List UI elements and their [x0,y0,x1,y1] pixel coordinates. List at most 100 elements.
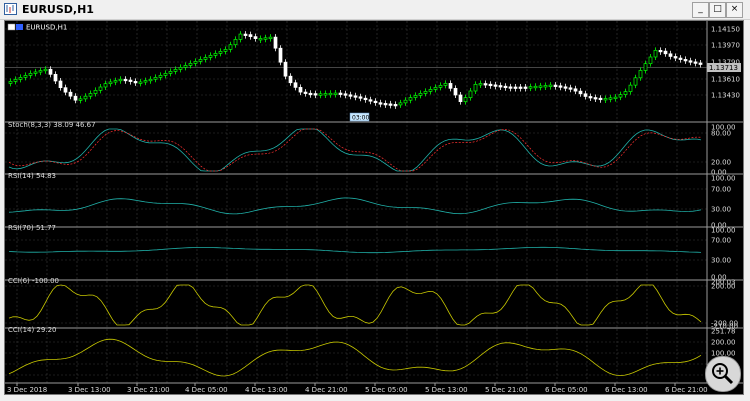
candle-body [318,93,323,96]
time-axis: 3 Dec 2018 3 Dec 13:00 3 Dec 21:00 4 Dec 05… [7,383,708,394]
time-tick-label: 6 Dec 13:00 [605,386,648,394]
minimize-button[interactable]: _ [692,2,709,18]
candle-body [698,62,703,65]
candle-body [313,93,318,96]
pane-tick-label: 251.78 [711,328,736,336]
candle-body [648,56,653,65]
candle-body [438,85,443,88]
candle-body [433,87,438,90]
chart-window-icon [4,3,17,15]
candle-body [48,68,53,75]
candle-body [323,93,328,96]
pane-tick-label: 80.00 [711,130,731,138]
candle-body [238,33,243,40]
candle-body [548,84,553,87]
candle-body [638,70,643,79]
candle-body [118,78,123,82]
candle-body [143,80,148,83]
chart-canvas[interactable]: 1.141501.139701.137901.136101.13430100.0… [5,21,743,394]
candle-body [263,37,268,40]
cci6-line [8,284,702,326]
candle-body [213,53,218,56]
candle-body [368,99,373,102]
time-tick-label: 3 Dec 21:00 [127,386,170,394]
candle-body [348,94,353,97]
candle-body [443,83,448,86]
zoom-glyph [712,363,734,385]
candle-body [683,59,688,62]
candle-body [688,60,693,63]
candle-body [693,61,698,64]
candle-body [378,102,383,105]
candle-body [383,103,388,106]
time-marker: 03:00 [349,112,369,122]
pane-label-cci14: CCI(14) 29.20 [8,326,56,334]
candle-body [653,49,658,58]
pane-label-rsi70: RSI(70) 51.77 [8,224,56,232]
rsi70-line [8,246,702,254]
maximize-button[interactable]: □ [709,2,726,18]
pane-tick-label: 20.00 [711,159,731,167]
candle-body [663,50,668,55]
time-tick-label: 4 Dec 21:00 [305,386,348,394]
candlestick-series [8,31,703,109]
candle-body [73,95,78,101]
candle-body [38,70,43,73]
candle-body [33,71,38,74]
close-button[interactable]: × [726,2,743,18]
price-tick-label: 1.14150 [711,26,740,34]
chart-area[interactable]: 1.14150 1.13970 1.13790 1.13610 1.13430 100.0… [4,20,744,395]
candle-body [358,96,363,99]
candle-body [343,93,348,96]
candle-body [98,86,103,91]
candle-body [573,88,578,92]
candle-body [428,89,433,92]
candle-body [498,85,503,88]
candle-body [288,75,293,84]
candle-body [633,77,638,86]
time-tick-label: 5 Dec 05:00 [365,386,408,394]
candle-body [183,65,188,68]
candle-body [673,56,678,59]
candle-body [58,80,63,89]
candle-body [503,85,508,89]
candle-body [218,51,223,54]
time-tick-label: 6 Dec 21:00 [665,386,708,394]
stoch-main-line [8,128,702,172]
candle-body [228,44,233,50]
candle-body [13,79,18,82]
candle-body [613,96,618,99]
candle-body [418,93,423,96]
time-tick-label: 5 Dec 13:00 [425,386,468,394]
candle-body [293,82,298,88]
candle-body [68,91,73,97]
chart-window-titlebar[interactable]: EURUSD,H1 _ □ × [0,0,750,20]
candle-body [508,86,513,89]
candle-body [353,95,358,98]
price-axis: 1.141501.139701.137901.136101.13430100.0… [711,26,740,385]
candle-body [133,81,138,84]
time-tick-label: 4 Dec 13:00 [245,386,288,394]
candle-body [483,83,488,86]
candle-body [63,87,68,93]
candle-body [563,86,568,89]
pane-tick-label: 70.00 [711,237,731,245]
price-tick-label: 1.13970 [711,42,740,50]
candle-body [93,89,98,94]
candle-body [158,75,163,78]
current-price-tag: 1.13713 [707,63,741,72]
candle-body [628,84,633,92]
candle-body [123,78,128,82]
magnifier-plus-icon[interactable] [705,356,741,392]
candle-body [643,63,648,71]
pane-tick-label: 200.00 [711,339,736,347]
terminal-window: EURUSD,H1 _ □ × 1.14150 1.13970 1.13790 1.1… [0,0,750,401]
candle-body [23,75,28,78]
candle-body [208,55,213,58]
time-tick-label: 4 Dec 05:00 [185,386,228,394]
time-tick-label: 5 Dec 21:00 [485,386,528,394]
candle-body [203,57,208,60]
candle-body [658,49,663,53]
candle-body [18,77,23,80]
candle-body [373,100,378,104]
